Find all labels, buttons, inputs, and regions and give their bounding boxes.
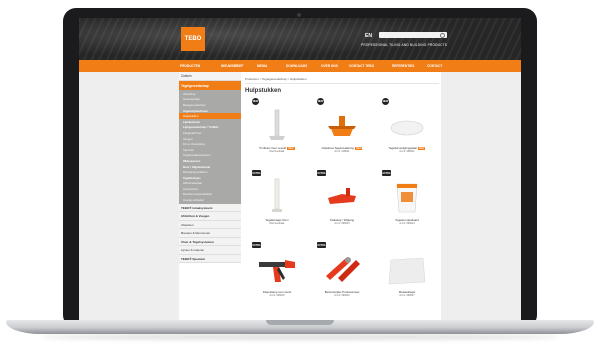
product-subtext: Niet leverbaar xyxy=(269,222,285,225)
product-subtext: Art.nr: 006015 xyxy=(269,294,285,297)
nav-item[interactable]: CONTACT TEBO xyxy=(349,64,374,68)
product-card[interactable]: NEW Tegelbevestigingsplaat NEW Art.nr: 0060… xyxy=(375,96,439,168)
sidebar: Zoeken Tegelgereedschap Afwerking Gereeds… xyxy=(179,72,243,320)
sidebar-lower-item[interactable]: Lijmen & Isoleren xyxy=(179,246,241,255)
nav-item[interactable]: OVER ONS xyxy=(321,64,338,68)
product-subtext: Art.nr: 006013 xyxy=(334,222,350,225)
nav-item[interactable]: DOWNLOADS xyxy=(286,64,307,68)
sidebar-lower-item[interactable]: Vloer & Tegelsystemen xyxy=(179,238,241,247)
product-subtext: Art.nr: 006017 xyxy=(399,294,415,297)
nav-item[interactable]: NIEUWSBRIEF xyxy=(221,64,243,68)
product-subtext: Art.nr: 006014 xyxy=(399,222,415,225)
sidebar-lower-item[interactable]: Bouwen & Renoveren xyxy=(179,229,241,238)
product-card[interactable]: EXTRA Tegelkruisjes 6mm Niet leverbaar xyxy=(245,168,309,240)
nav-item[interactable]: CONTACT xyxy=(427,64,442,68)
product-image[interactable] xyxy=(320,248,364,288)
breadcrumb[interactable]: Producten > Tegelgereedschap > Hulpstukk… xyxy=(245,77,439,84)
product-image[interactable] xyxy=(385,176,429,216)
product-image[interactable] xyxy=(320,104,364,144)
product-image[interactable] xyxy=(255,248,299,288)
product-card[interactable]: EXTRA Kitspuittang voor worst Art.nr: 0060… xyxy=(245,240,309,312)
product-card[interactable]: EXTRA Tegelset standaard Art.nr: 006014 xyxy=(375,168,439,240)
sidebar-item[interactable]: Overige artikelen xyxy=(179,197,241,203)
product-image[interactable] xyxy=(385,248,429,288)
sidebar-lower-item[interactable]: Afdichten & Voegen xyxy=(179,212,241,221)
product-card[interactable]: Mosaiektegel Art.nr: 006017 xyxy=(375,240,439,312)
laptop-notch xyxy=(266,320,334,325)
main-panel: Producten > Tegelgereedschap > Hulpstukk… xyxy=(245,72,439,320)
sidebar-search-button[interactable]: Zoeken xyxy=(179,72,241,81)
sidebar-section-head[interactable]: Tegelgereedschap xyxy=(179,81,241,90)
product-subtext: Niet leverbaar xyxy=(269,150,285,153)
content-area: Zoeken Tegelgereedschap Afwerking Gereeds… xyxy=(179,72,441,320)
product-image[interactable] xyxy=(255,176,299,216)
sidebar-lower-item[interactable]: Afwerken xyxy=(179,221,241,230)
sidebar-category-list: Afwerking Gereedschap Meetgereedschap Tegel… xyxy=(179,90,241,204)
tebo-logo[interactable]: TEBO xyxy=(181,27,205,51)
sidebar-lower-item[interactable]: TEBO® totaalsysteem xyxy=(179,204,241,213)
product-card[interactable]: NEW Profielen Voor Leveld NEW Niet leverbaa… xyxy=(245,96,309,168)
search-icon[interactable] xyxy=(440,32,445,38)
laptop-shadow xyxy=(40,334,560,340)
product-image[interactable] xyxy=(320,176,364,216)
language-switch[interactable]: EN xyxy=(365,33,372,39)
product-card[interactable]: EXTRA Buizensnijder Professioneel Art.nr: … xyxy=(310,240,374,312)
product-subtext: Art.nr: 006016 xyxy=(334,294,350,297)
product-subtext: Art.nr: 006011 xyxy=(334,150,350,153)
sidebar-lower-list: TEBO® totaalsysteem Afdichten & Voegen Afw… xyxy=(179,203,241,264)
nav-item[interactable]: REFERENTIES xyxy=(392,64,414,68)
camera-dot xyxy=(297,13,301,17)
product-grid: NEW Profielen Voor Leveld NEW Niet leverbaa… xyxy=(245,96,439,312)
nav-item[interactable]: PRODUCTEN xyxy=(180,64,200,68)
sidebar-lower-item[interactable]: TEBO® Speciaal xyxy=(179,255,241,264)
nav-item[interactable]: MEDIA xyxy=(257,64,267,68)
product-subtext: Art.nr: 006012 xyxy=(399,150,415,153)
product-image[interactable] xyxy=(385,104,429,144)
site-header: TEBO EN PROFESSIONAL TILING AND BUILDING… xyxy=(79,18,521,60)
screen: TEBO EN PROFESSIONAL TILING AND BUILDING… xyxy=(79,18,521,320)
search-input[interactable] xyxy=(379,32,447,38)
product-card[interactable]: EXTRA Kwiktang / Wigtang Art.nr: 006013 xyxy=(310,168,374,240)
header-tagline: PROFESSIONAL TILING AND BUILDING PRODUCT… xyxy=(361,43,448,47)
page-title: Hulpstukken xyxy=(245,88,282,94)
product-card[interactable]: NEW Clipsdoos Tegelnivellering NEW Art.nr: … xyxy=(310,96,374,168)
product-image[interactable] xyxy=(255,104,299,144)
main-nav: PRODUCTEN NIEUWSBRIEF MEDIA DOWNLOADS OVER O… xyxy=(79,60,521,72)
